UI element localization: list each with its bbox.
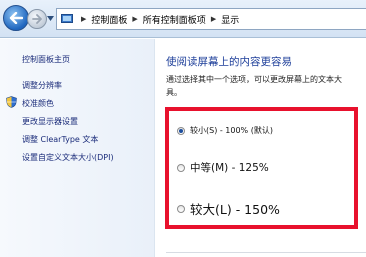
breadcrumb-all-items[interactable]: 所有控制面板项 (143, 13, 206, 26)
address-bar: ▶ 控制面板 ▶ 所有控制面板项 ▶ 显示 (0, 0, 366, 38)
arrow-right-icon (32, 14, 42, 24)
option-smaller[interactable]: 较小(S) - 100% (默认) (177, 125, 273, 136)
recent-pages-dropdown[interactable] (46, 13, 54, 23)
option-smaller-label: 较小(S) - 100% (默认) (190, 126, 273, 135)
option-medium-label: 中等(M) - 125% (190, 162, 269, 174)
sidebar-item-adjust-cleartype[interactable]: 调整 ClearType 文本 (22, 134, 98, 145)
chevron-down-icon (46, 15, 54, 21)
radio-medium[interactable] (177, 163, 185, 172)
shield-icon (6, 96, 17, 108)
description-line: 通过选择其中一个选项，可以更改屏幕上的文本大 (166, 75, 342, 84)
page-title: 使阅读屏幕上的内容更容易 (166, 56, 292, 68)
radio-smaller[interactable] (177, 126, 185, 135)
breadcrumb-display[interactable]: 显示 (221, 13, 239, 26)
control-panel-icon (61, 14, 73, 23)
breadcrumb-separator[interactable]: ▶ (211, 15, 216, 23)
option-larger-label: 较大(L) - 150% (190, 202, 280, 217)
sidebar-item-custom-text-size[interactable]: 设置自定义文本大小(DPI) (22, 152, 114, 163)
address-field[interactable]: ▶ 控制面板 ▶ 所有控制面板项 ▶ 显示 (56, 8, 366, 30)
sidebar-item-adjust-resolution[interactable]: 调整分辨率 (22, 80, 62, 91)
divider (166, 252, 366, 253)
left-navigation-pane (0, 39, 155, 257)
breadcrumb-separator[interactable]: ▶ (81, 15, 86, 23)
breadcrumb-separator[interactable]: ▶ (132, 15, 137, 23)
radio-larger[interactable] (177, 204, 185, 213)
sidebar-item-change-display-settings[interactable]: 更改显示器设置 (22, 116, 78, 127)
back-button[interactable] (3, 5, 29, 31)
arrow-left-icon (9, 12, 23, 24)
breadcrumb-control-panel[interactable]: 控制面板 (91, 13, 127, 26)
description-line: 具。 (166, 88, 182, 97)
sidebar-item-calibrate-color[interactable]: 校准颜色 (22, 98, 54, 109)
page-description: 通过选择其中一个选项，可以更改屏幕上的文本大 具。 (166, 73, 362, 99)
option-medium[interactable]: 中等(M) - 125% (177, 160, 269, 175)
forward-button[interactable] (27, 9, 47, 29)
sidebar-item-control-panel-home[interactable]: 控制面板主页 (22, 54, 70, 65)
option-larger[interactable]: 较大(L) - 150% (177, 199, 280, 218)
